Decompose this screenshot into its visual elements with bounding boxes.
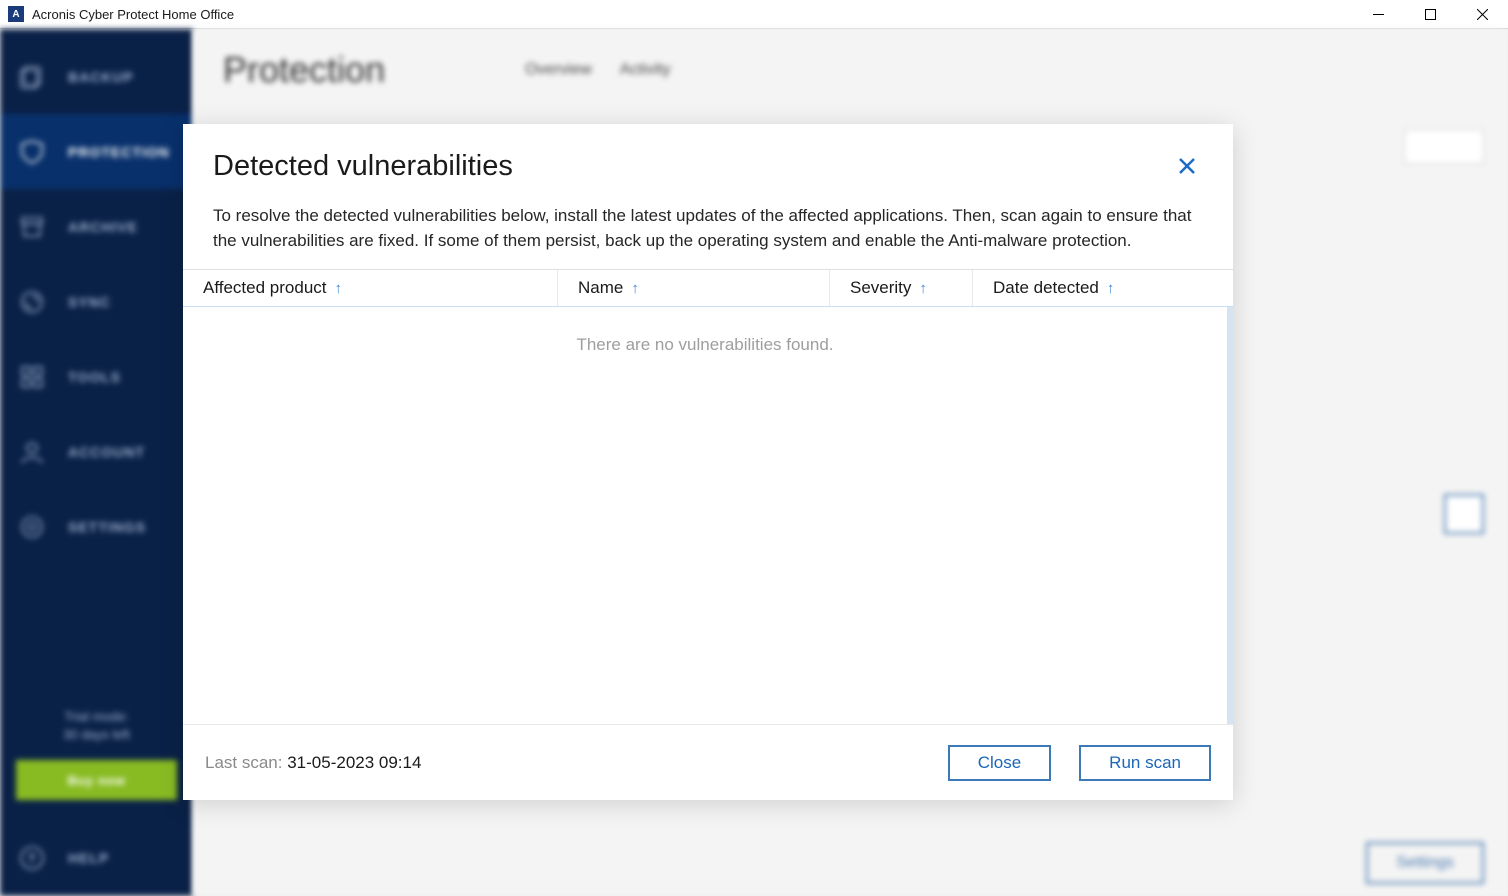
shield-icon — [18, 138, 46, 166]
grid-icon — [18, 363, 46, 391]
settings-button[interactable]: Settings — [1366, 842, 1484, 884]
column-affected-product[interactable]: Affected product ↑ — [183, 270, 558, 306]
gear-icon — [18, 513, 46, 541]
table-header: Affected product ↑ Name ↑ Severity ↑ Dat… — [183, 269, 1233, 307]
sidebar-item-label: BACKUP — [68, 69, 134, 85]
sort-arrow-up-icon: ↑ — [631, 280, 639, 297]
close-button-label: Close — [978, 753, 1021, 773]
sort-arrow-up-icon: ↑ — [335, 280, 343, 297]
tab-activity[interactable]: Activity — [620, 61, 671, 79]
close-button[interactable]: Close — [948, 745, 1051, 781]
dialog-title: Detected vulnerabilities — [213, 150, 513, 183]
help-label: HELP — [68, 850, 109, 866]
sidebar: BACKUP PROTECTION ARCHIVE SYNC TOOLS ACC… — [0, 29, 193, 896]
sidebar-item-label: TOOLS — [68, 369, 121, 385]
sidebar-item-archive[interactable]: ARCHIVE — [0, 189, 193, 264]
settings-label: Settings — [1396, 854, 1454, 871]
sidebar-item-label: SYNC — [68, 294, 111, 310]
sidebar-item-help[interactable]: ? HELP — [0, 820, 193, 896]
column-name[interactable]: Name ↑ — [558, 270, 830, 306]
backup-icon — [18, 63, 46, 91]
sort-arrow-up-icon: ↑ — [919, 280, 927, 297]
window-titlebar: A Acronis Cyber Protect Home Office — [0, 0, 1508, 29]
last-scan-value: 31-05-2023 09:14 — [287, 753, 421, 772]
app-icon-letter: A — [12, 9, 19, 20]
sidebar-item-label: SETTINGS — [68, 519, 146, 535]
sidebar-item-label: ACCOUNT — [68, 444, 145, 460]
dialog-footer: Last scan: 31-05-2023 09:14 Close Run sc… — [183, 724, 1233, 800]
column-label: Date detected — [993, 278, 1099, 298]
sidebar-item-account[interactable]: ACCOUNT — [0, 414, 193, 489]
tab-overview[interactable]: Overview — [525, 61, 592, 79]
last-scan-info: Last scan: 31-05-2023 09:14 — [205, 753, 920, 773]
column-severity[interactable]: Severity ↑ — [830, 270, 973, 306]
column-label: Severity — [850, 278, 911, 298]
trial-line1: Trial mode: — [18, 708, 175, 726]
close-window-button[interactable] — [1456, 0, 1508, 28]
window-title: Acronis Cyber Protect Home Office — [32, 7, 1352, 22]
sidebar-item-label: PROTECTION — [68, 144, 170, 160]
empty-state-message: There are no vulnerabilities found. — [183, 307, 1227, 383]
vulnerabilities-dialog: Detected vulnerabilities To resolve the … — [183, 124, 1233, 800]
sidebar-item-backup[interactable]: BACKUP — [0, 39, 193, 114]
minimize-icon — [1373, 9, 1384, 20]
svg-text:?: ? — [27, 850, 37, 866]
run-scan-label: Run scan — [1109, 753, 1181, 773]
sidebar-item-settings[interactable]: SETTINGS — [0, 489, 193, 564]
trial-line2: 30 days left — [18, 726, 175, 744]
sidebar-item-label: ARCHIVE — [68, 219, 138, 235]
archive-icon — [18, 213, 46, 241]
help-icon: ? — [18, 844, 46, 872]
sidebar-item-protection[interactable]: PROTECTION — [0, 114, 193, 189]
buy-now-label: Buy now — [68, 773, 126, 788]
last-scan-label: Last scan: — [205, 753, 287, 772]
column-label: Affected product — [203, 278, 327, 298]
person-icon — [18, 438, 46, 466]
sort-arrow-up-icon: ↑ — [1107, 280, 1115, 297]
maximize-button[interactable] — [1404, 0, 1456, 28]
minimize-button[interactable] — [1352, 0, 1404, 28]
sidebar-item-sync[interactable]: SYNC — [0, 264, 193, 339]
table-body: There are no vulnerabilities found. — [183, 307, 1233, 724]
trial-info: Trial mode: 30 days left — [0, 698, 193, 760]
app-icon: A — [8, 6, 24, 22]
window-buttons — [1352, 0, 1508, 28]
sync-icon — [18, 288, 46, 316]
page-title: Protection — [223, 49, 385, 91]
close-icon — [1477, 9, 1488, 20]
dialog-description: To resolve the detected vulnerabilities … — [183, 192, 1233, 269]
column-label: Name — [578, 278, 623, 298]
close-icon — [1179, 158, 1195, 174]
run-scan-button[interactable]: Run scan — [1079, 745, 1211, 781]
maximize-icon — [1425, 9, 1436, 20]
sidebar-item-tools[interactable]: TOOLS — [0, 339, 193, 414]
column-date-detected[interactable]: Date detected ↑ — [973, 270, 1233, 306]
content-tabs: Overview Activity — [525, 61, 670, 79]
buy-now-button[interactable]: Buy now — [16, 760, 177, 800]
dialog-close-button[interactable] — [1171, 150, 1203, 184]
